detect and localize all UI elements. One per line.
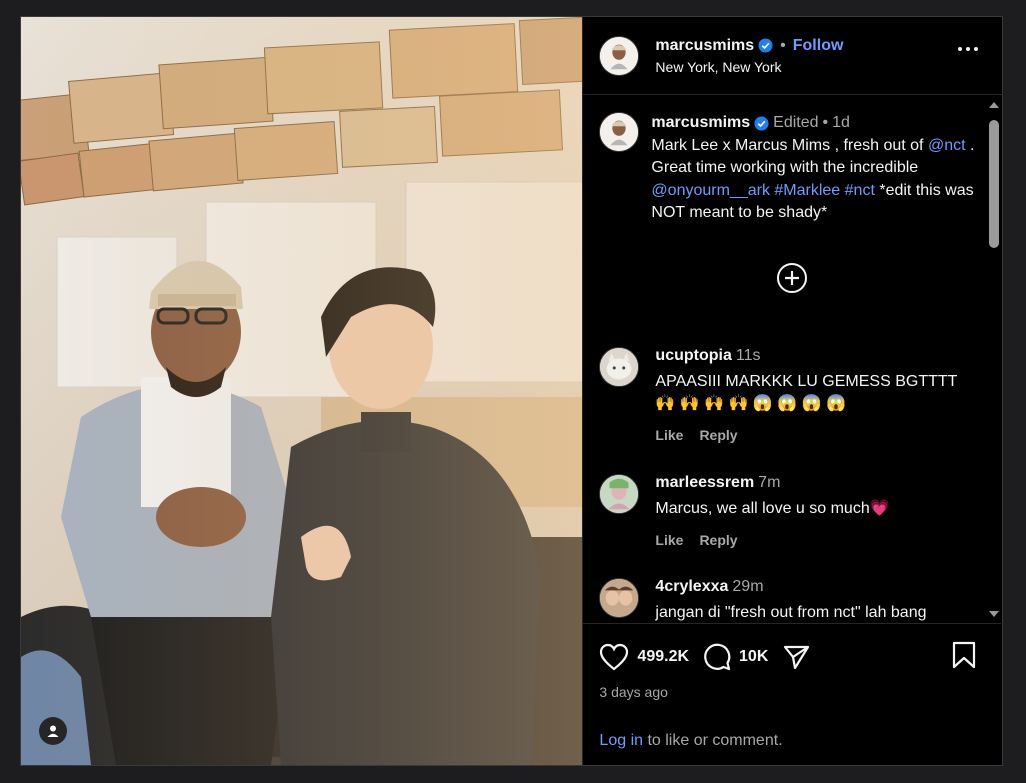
comment-button[interactable]: 10K	[703, 643, 768, 671]
post-modal: marcusmims • Follow New York, New York m…	[20, 16, 1003, 766]
comment-emoji: 🙌 🙌 🙌 🙌 😱 😱 😱 😱	[655, 395, 846, 412]
like-comment-button[interactable]: Like	[655, 532, 683, 548]
post-footer: 499.2K 10K 3 days ago Log in to like or …	[583, 623, 1002, 765]
separator-dot: •	[780, 36, 786, 54]
edited-label: Edited	[773, 114, 819, 131]
plus-circle-icon[interactable]	[777, 262, 808, 293]
post-details-panel: marcusmims • Follow New York, New York m…	[582, 17, 1002, 765]
reply-comment-button[interactable]: Reply	[699, 427, 737, 443]
comment-icon	[704, 643, 731, 671]
heart-icon	[600, 643, 629, 671]
share-button[interactable]	[782, 643, 810, 671]
comment-username[interactable]: 4crylexxa	[655, 578, 728, 595]
comment-count[interactable]: 10K	[739, 648, 768, 666]
comment-time[interactable]: 29m	[732, 578, 763, 595]
comment-username[interactable]: ucuptopia	[655, 347, 731, 364]
comment-username[interactable]: marleessrem	[655, 474, 754, 491]
login-prompt-text: to like or comment.	[643, 732, 783, 749]
bookmark-icon	[953, 641, 976, 668]
heart-emoji: 💗	[869, 500, 890, 517]
comment-item: ucuptopia 11s APAASIII MARKKK LU GEMESS B…	[583, 347, 973, 443]
like-count[interactable]: 499.2K	[637, 648, 689, 666]
comment-text: Marcus, we all love u so much	[655, 500, 870, 517]
avatar[interactable]	[599, 112, 640, 152]
comment-text: jangan di "fresh out from nct" lah bang	[655, 604, 927, 621]
comments-scrollbar[interactable]	[986, 98, 1002, 621]
comment-item: 4crylexxa 29m jangan di "fresh out from n…	[583, 578, 942, 623]
post-header: marcusmims • Follow New York, New York	[583, 17, 1002, 95]
like-comment-button[interactable]: Like	[655, 427, 683, 443]
comment-time[interactable]: 7m	[758, 474, 780, 491]
post-location[interactable]: New York, New York	[655, 59, 843, 75]
hashtag-link[interactable]: #nct	[845, 182, 875, 199]
login-link[interactable]: Log in	[599, 732, 643, 749]
share-icon	[784, 645, 810, 670]
follow-button[interactable]: Follow	[793, 37, 844, 55]
post-author-username[interactable]: marcusmims	[655, 37, 754, 55]
avatar[interactable]	[599, 474, 640, 514]
caption-text-part: Mark Lee x Marcus Mims , fresh out of	[651, 136, 928, 154]
reply-comment-button[interactable]: Reply	[699, 532, 737, 548]
caption-username[interactable]: marcusmims	[651, 112, 750, 135]
avatar[interactable]	[599, 347, 640, 387]
hashtag-link[interactable]: #Marklee	[774, 182, 840, 199]
comment-text: APAASIII MARKKK LU GEMESS BGTTTT	[655, 373, 958, 390]
mention-link[interactable]: @onyourm__ark	[651, 182, 770, 199]
scroll-up-arrow-icon[interactable]	[989, 102, 999, 108]
mention-link[interactable]: @nct	[928, 137, 966, 154]
comment-time[interactable]: 11s	[736, 347, 761, 364]
login-prompt: Log in to like or comment.	[599, 732, 782, 750]
avatar[interactable]	[599, 35, 640, 76]
post-photo[interactable]	[21, 17, 583, 765]
like-button[interactable]: 499.2K	[599, 643, 689, 671]
post-caption: marcusmims Edited • 1d Mark Lee x Marcus…	[583, 96, 1001, 225]
more-options-icon[interactable]	[958, 47, 978, 51]
caption-text: Mark Lee x Marcus Mims , fresh out of @n…	[651, 135, 981, 225]
scrollbar-thumb[interactable]	[989, 120, 999, 248]
verified-icon	[758, 38, 773, 53]
photo-image	[21, 17, 583, 765]
caption-separator: •	[822, 114, 829, 131]
scroll-down-arrow-icon[interactable]	[989, 611, 999, 617]
save-button[interactable]	[951, 641, 977, 674]
comments-scroll-area[interactable]: marcusmims Edited • 1d Mark Lee x Marcus…	[583, 96, 1001, 623]
tagged-user-icon[interactable]	[39, 717, 67, 745]
caption-time[interactable]: 1d	[832, 112, 850, 135]
verified-icon	[754, 116, 769, 131]
comment-item: marleessrem 7m Marcus, we all love u so m…	[583, 474, 905, 548]
avatar[interactable]	[599, 578, 640, 618]
post-date[interactable]: 3 days ago	[599, 684, 985, 700]
